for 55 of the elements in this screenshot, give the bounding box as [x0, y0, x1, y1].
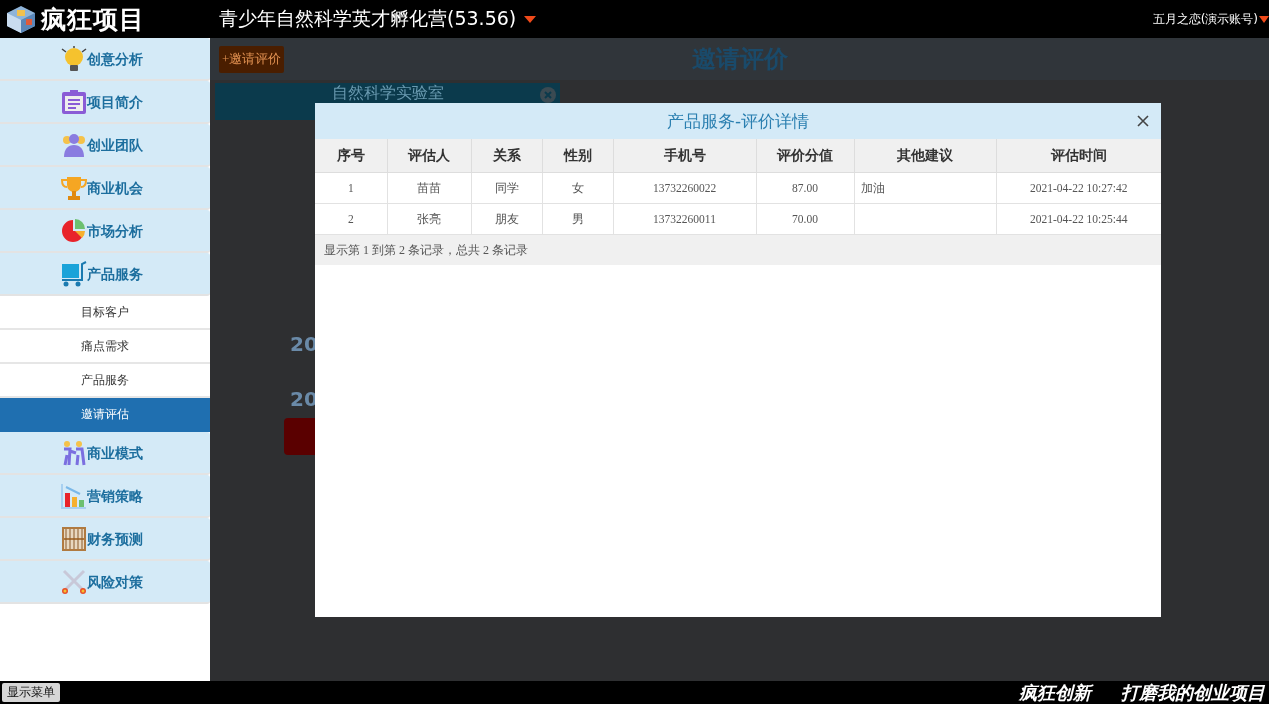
table-cell: 1 [315, 172, 387, 204]
caret-icon [1259, 15, 1269, 23]
caret-icon [524, 15, 537, 23]
column-header: 评价分值 [756, 139, 854, 173]
abacus-icon [61, 525, 87, 552]
dialog-title: 产品服务-评价详情 [666, 109, 810, 133]
lightbulb-icon [61, 45, 87, 72]
sidebar-subitem[interactable]: 邀请评估 [0, 398, 210, 432]
project-title[interactable]: 青少年自然科学英才孵化营(53.56) [219, 6, 517, 32]
column-header: 手机号 [613, 139, 756, 173]
slogan-text: 打磨我的创业项目 [1121, 680, 1265, 704]
table-cell: 87.00 [756, 172, 854, 204]
table-cell: 男 [542, 203, 613, 235]
logo-text: 疯狂项目 [41, 3, 145, 36]
sidebar-item[interactable]: 产品服务 [0, 253, 210, 296]
close-button[interactable] [1137, 115, 1149, 127]
card-title: 自然科学实验室 [331, 83, 444, 102]
table-cell: 女 [542, 172, 613, 204]
table-cell: 70.00 [756, 203, 854, 235]
sidebar-item[interactable]: 创业团队 [0, 124, 210, 167]
bar-chart-icon [61, 482, 87, 509]
add-invite-button[interactable]: +邀请评价 [219, 45, 285, 73]
column-header: 评估时间 [996, 139, 1161, 173]
people-icon [61, 439, 87, 466]
trophy-icon [61, 174, 87, 201]
column-header: 性别 [542, 139, 613, 173]
cube-logo-icon [4, 4, 38, 34]
sidebar-item[interactable]: 营销策略 [0, 475, 210, 518]
sidebar-item[interactable]: 项目简介 [0, 81, 210, 124]
pie-chart-icon [61, 217, 87, 244]
table-cell: 2 [315, 203, 387, 235]
table-cell: 同学 [471, 172, 542, 204]
show-menu-button[interactable]: 显示菜单 [2, 683, 60, 702]
crossed-swords-icon [61, 568, 87, 595]
cart-icon [61, 260, 87, 287]
clipboard-icon [61, 88, 87, 115]
people-icon [61, 131, 87, 158]
sidebar-item[interactable]: 财务预测 [0, 518, 210, 561]
pagination-summary: 显示第 1 到第 2 条记录，总共 2 条记录 [324, 241, 528, 259]
sidebar-item[interactable]: 市场分析 [0, 210, 210, 253]
table-cell: 朋友 [471, 203, 542, 235]
table-cell: 13732260011 [613, 203, 756, 235]
table-cell: 张亮 [387, 203, 471, 235]
column-header: 关系 [471, 139, 542, 173]
column-header: 其他建议 [854, 139, 996, 173]
table-cell: 苗苗 [387, 172, 471, 204]
sidebar-item[interactable]: 风险对策 [0, 561, 210, 604]
sidebar-item[interactable]: 商业机会 [0, 167, 210, 210]
table-cell: 加油 [854, 172, 996, 204]
column-header: 评估人 [387, 139, 471, 173]
column-header: 序号 [315, 139, 387, 173]
user-name[interactable]: 五月之恋(演示账号) [1152, 10, 1258, 28]
sidebar-item[interactable]: 商业模式 [0, 432, 210, 475]
sidebar-item[interactable]: 创意分析 [0, 38, 210, 81]
table-cell: 13732260022 [613, 172, 756, 204]
